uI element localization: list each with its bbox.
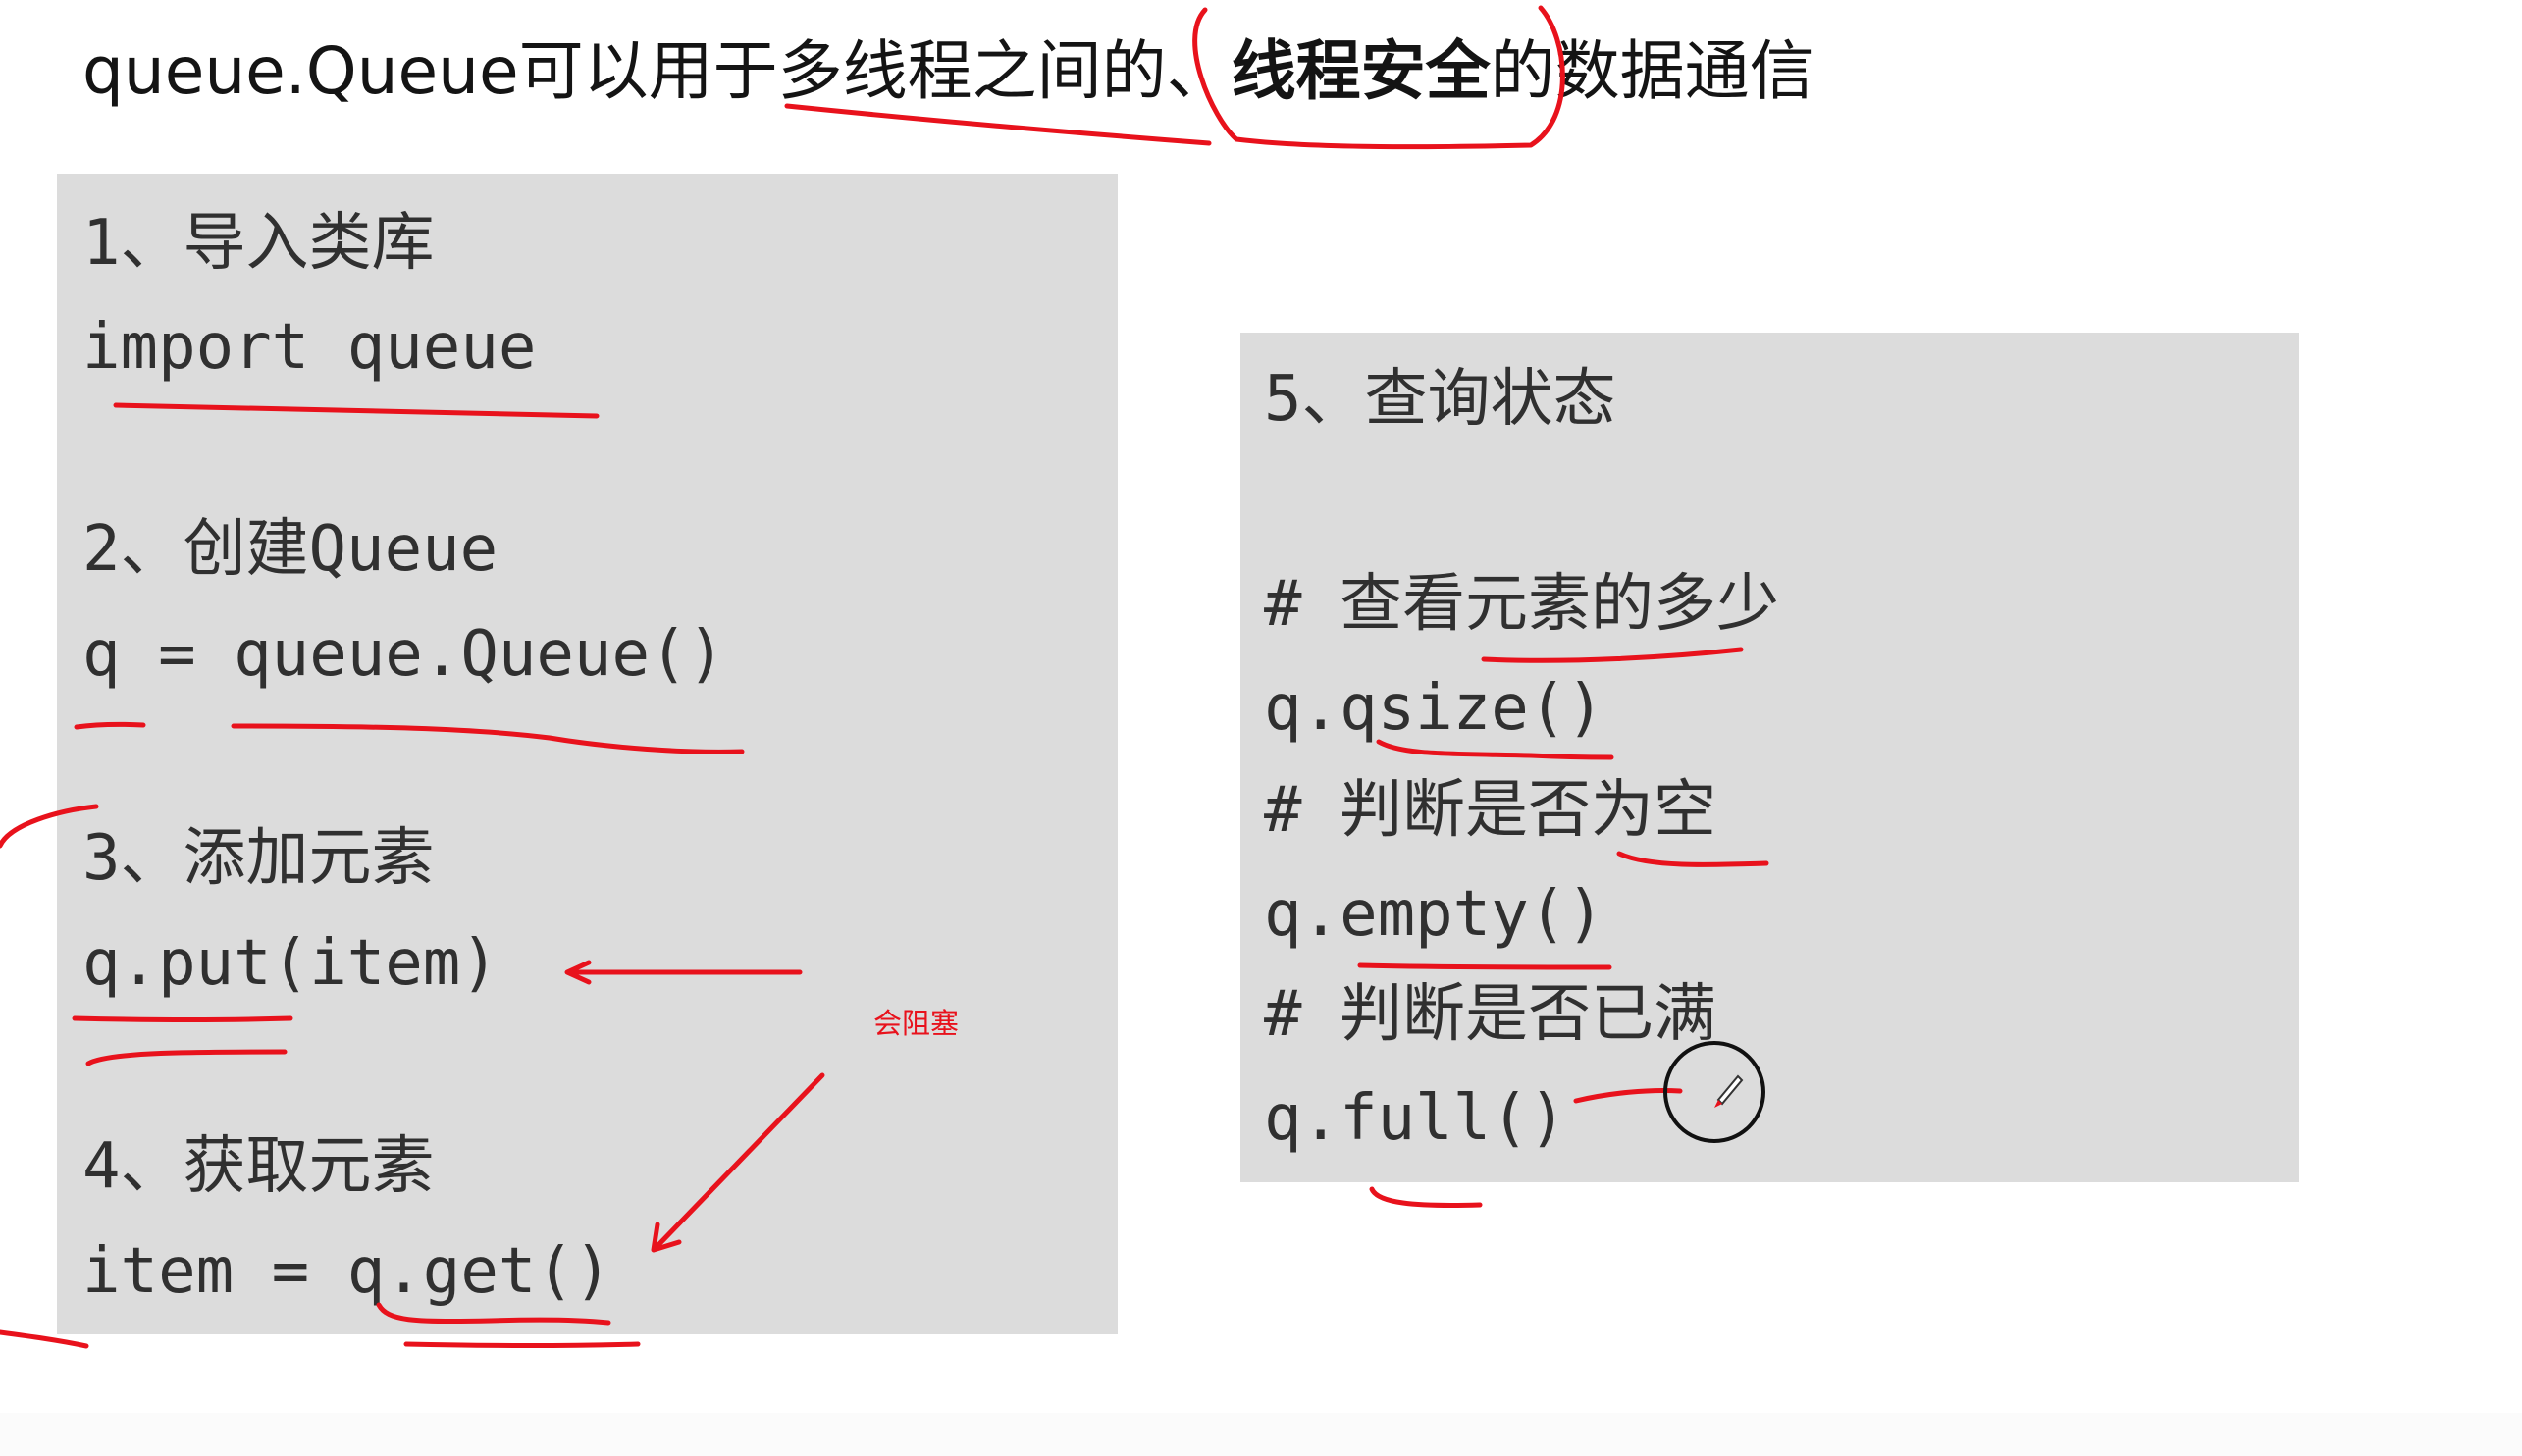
pen-icon (1714, 1074, 1744, 1108)
step-put-title: 3、添加元素 (82, 822, 435, 895)
heading-text-before: queue.Queue可以用于多线程之间的、 (82, 33, 1232, 109)
comment-qsize: # 查看元素的多少 (1264, 568, 1780, 641)
comment-empty: # 判断是否为空 (1264, 774, 1717, 847)
bracket-get (0, 1329, 89, 1349)
code-get: item = q.get() (82, 1235, 612, 1308)
underline-full-below (1369, 1186, 1483, 1208)
step-get-title: 4、获取元素 (82, 1130, 435, 1203)
code-put: q.put(item) (82, 927, 499, 1000)
code-empty: q.empty() (1264, 878, 1604, 951)
code-import: import queue (82, 311, 537, 384)
heading-emphasis: 线程安全 (1231, 33, 1491, 109)
slide: queue.Queue可以用于多线程之间的、线程安全的数据通信 1、导入类库 i… (0, 0, 2522, 1456)
heading-text-after: 的数据通信 (1490, 33, 1814, 109)
slide-heading: queue.Queue可以用于多线程之间的、线程安全的数据通信 (82, 27, 1814, 116)
bottom-band (0, 1413, 2522, 1456)
step-status-title: 5、查询状态 (1264, 363, 1616, 436)
code-create: q = queue.Queue() (82, 618, 726, 691)
code-qsize: q.qsize() (1264, 672, 1604, 745)
underline-get-2 (403, 1341, 641, 1348)
step-create-title: 2、创建Queue (82, 513, 499, 586)
note-blocking: 会阻塞 (873, 1007, 960, 1040)
comment-full: # 判断是否已满 (1264, 978, 1717, 1051)
step-import-title: 1、导入类库 (82, 207, 435, 280)
pen-cursor-icon (1663, 1041, 1765, 1143)
status-panel (1240, 333, 2299, 1182)
code-full: q.full() (1264, 1082, 1567, 1155)
